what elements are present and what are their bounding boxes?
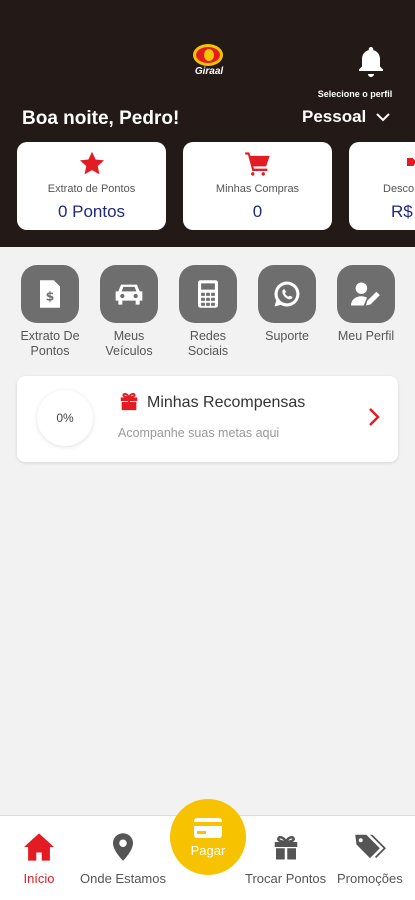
brand-logo: Giraal — [190, 44, 228, 82]
card-value: 0 Pontos — [57, 202, 126, 221]
rewards-progress: 0% — [37, 390, 93, 446]
card-discounts[interactable]: Desco R$ — [349, 142, 415, 230]
calculator-icon — [179, 265, 237, 323]
tag-icon — [349, 150, 415, 180]
action-label: Pontos — [30, 344, 70, 358]
action-social-networks[interactable]: Redes Sociais — [168, 265, 248, 359]
card-my-purchases[interactable]: Minhas Compras 0 — [183, 142, 332, 230]
action-label: Meu Perfil — [337, 329, 395, 343]
nav-label: Trocar Pontos — [245, 871, 327, 886]
gift-icon — [118, 390, 140, 417]
profile-selector[interactable]: Pessoal — [302, 107, 390, 127]
tags-icon — [355, 834, 386, 859]
action-my-profile[interactable]: Meu Perfil — [326, 265, 406, 344]
action-label: Veículos — [105, 344, 153, 358]
chevron-down-icon — [376, 113, 390, 122]
nav-locations[interactable]: Onde Estamos — [80, 832, 166, 886]
card-label: Extrato de Pontos — [47, 183, 136, 195]
nav-label: Promoções — [337, 871, 403, 886]
action-support[interactable]: Suporte — [247, 265, 327, 344]
credit-card-icon — [194, 817, 222, 838]
user-edit-icon — [337, 265, 395, 323]
svg-text:$: $ — [46, 288, 55, 303]
pay-button[interactable]: Pagar — [170, 799, 246, 875]
pay-label: Pagar — [190, 842, 226, 858]
action-label: Sociais — [187, 344, 229, 358]
action-label: Meus — [113, 329, 145, 343]
nav-label: Onde Estamos — [80, 871, 166, 886]
whatsapp-icon — [258, 265, 316, 323]
nav-label: Início — [23, 871, 55, 886]
card-value: R$ — [391, 202, 413, 221]
rewards-title: Minhas Recompensas — [147, 394, 306, 411]
rewards-card[interactable]: 0% Minhas Recompensas Acompanhe suas met… — [17, 376, 398, 462]
quick-actions: $ Extrato De Pontos Meus Veículos Redes Soc… — [0, 265, 415, 365]
receipt-icon: $ — [21, 265, 79, 323]
nav-home[interactable]: Início — [22, 832, 56, 886]
card-label: Minhas Compras — [215, 183, 300, 195]
map-pin-icon — [113, 833, 133, 861]
greeting: Boa noite, Pedro! — [22, 108, 180, 129]
card-label: Desco — [383, 183, 415, 195]
nav-exchange-points[interactable]: Trocar Pontos — [245, 832, 326, 886]
home-icon — [24, 833, 54, 861]
action-label: Extrato De — [20, 329, 80, 343]
logo-text: Giraal — [194, 66, 224, 77]
action-points-statement[interactable]: $ Extrato De Pontos — [10, 265, 90, 359]
star-icon — [17, 150, 166, 180]
profile-value: Pessoal — [302, 107, 367, 126]
rewards-subtitle: Acompanhe suas metas aqui — [118, 426, 280, 440]
cart-icon — [183, 150, 332, 180]
profile-caption: Selecione o perfil — [317, 89, 393, 99]
action-label: Suporte — [265, 329, 309, 343]
car-icon — [100, 265, 158, 323]
nav-promotions[interactable]: Promoções — [337, 832, 403, 886]
action-my-vehicles[interactable]: Meus Veículos — [89, 265, 169, 359]
bell-icon[interactable] — [353, 44, 389, 80]
card-value: 0 — [252, 202, 263, 221]
chevron-right-icon — [367, 406, 381, 433]
gift-icon — [274, 836, 297, 860]
action-label: Redes — [189, 329, 227, 343]
card-points-statement[interactable]: Extrato de Pontos 0 Pontos — [17, 142, 166, 230]
